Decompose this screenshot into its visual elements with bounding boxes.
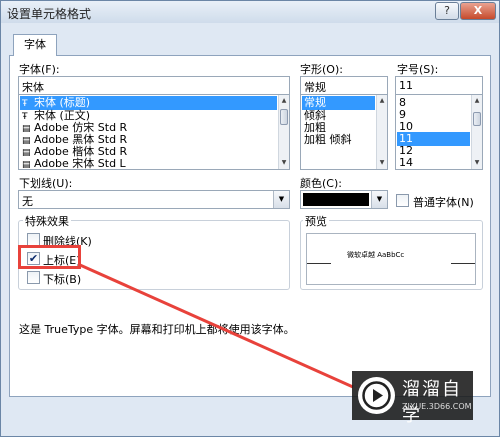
arrow-line [79, 263, 354, 389]
watermark-badge: 溜溜自学 ZIXUE.3D66.COM [352, 371, 473, 426]
watermark-brand: 溜溜自学 [402, 379, 462, 426]
play-logo-svg [362, 381, 391, 410]
watermark-url: ZIXUE.3D66.COM [402, 402, 472, 411]
play-logo-icon [358, 377, 395, 414]
format-cells-dialog: 设置单元格格式 ? X 字体 字体(F): 宋体 Ŧ 宋体 (标题) Ŧ 宋体 (正… [0, 0, 500, 437]
tab-font[interactable]: 字体 [13, 34, 57, 56]
